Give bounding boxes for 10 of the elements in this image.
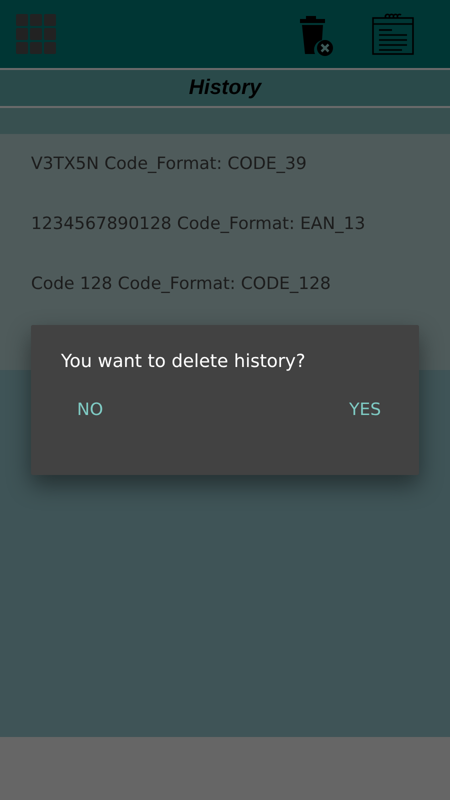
yes-button[interactable]: YES <box>343 394 387 426</box>
history-item[interactable]: V3TX5N Code_Format: CODE_39 <box>0 134 450 194</box>
no-button[interactable]: NO <box>71 394 110 426</box>
delete-icon[interactable] <box>300 16 334 56</box>
screen-title: History <box>188 76 262 100</box>
notes-icon[interactable] <box>372 13 414 55</box>
dialog-message: You want to delete history? <box>60 350 306 372</box>
history-item[interactable]: Code 128 Code_Format: CODE_128 <box>0 254 450 314</box>
history-item[interactable]: 1234567890128 Code_Format: EAN_13 <box>0 194 450 254</box>
grid-menu-icon[interactable] <box>16 14 56 54</box>
